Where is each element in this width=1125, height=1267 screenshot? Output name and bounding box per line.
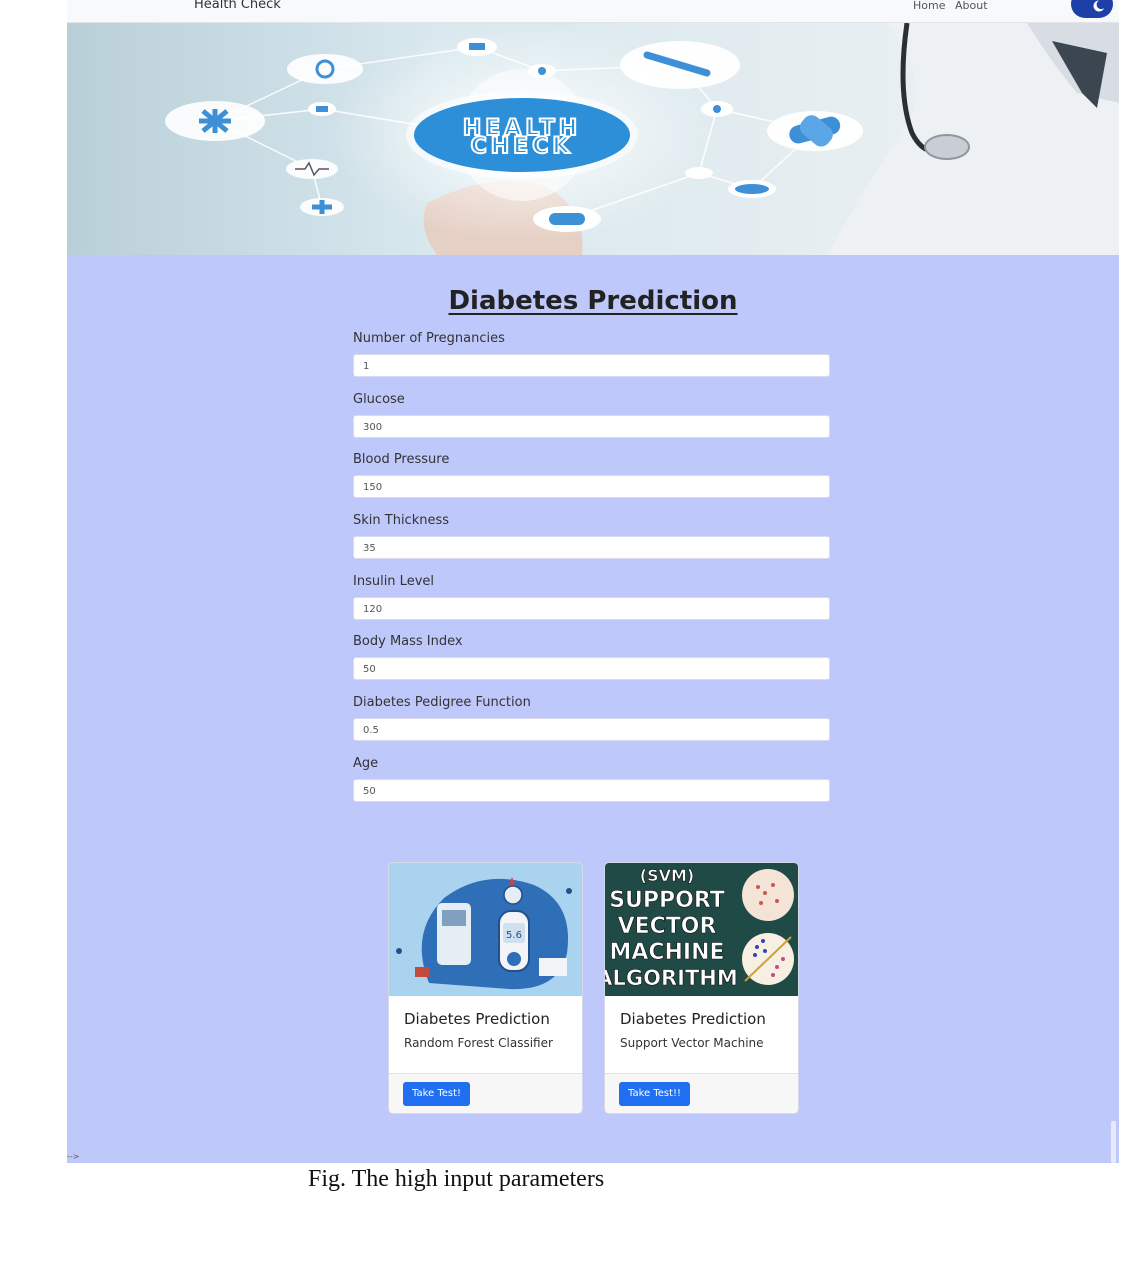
meter-reading: 5.6 bbox=[506, 930, 522, 941]
take-test-button-svm[interactable]: Take Test!! bbox=[619, 1082, 691, 1106]
field-bmi: Body Mass Index 50 bbox=[353, 634, 832, 695]
skin-thickness-input[interactable]: 35 bbox=[353, 536, 830, 560]
page-title: Diabetes Prediction bbox=[448, 286, 738, 316]
svm-text-1: SUPPORT bbox=[609, 888, 725, 913]
glucose-meter-illustration: 5.6 bbox=[389, 863, 582, 996]
glucose-input[interactable]: 300 bbox=[353, 414, 830, 438]
card-title: Diabetes Prediction bbox=[404, 1010, 550, 1028]
field-glucose: Glucose 300 bbox=[353, 392, 832, 453]
moon-icon bbox=[1093, 0, 1105, 12]
svm-text-2: VECTOR bbox=[618, 914, 717, 939]
field-label: Diabetes Pedigree Function bbox=[353, 695, 531, 711]
take-test-button-rf[interactable]: Take Test! bbox=[403, 1082, 471, 1106]
navbar: Health Check Home About bbox=[67, 0, 1119, 23]
insulin-input[interactable]: 120 bbox=[353, 596, 830, 620]
hero-banner: HEALTH CHECK bbox=[67, 23, 1119, 255]
svm-text-0: (SVM) bbox=[640, 866, 694, 885]
nav-link-home[interactable]: Home bbox=[913, 0, 945, 12]
card-random-forest: 5.6 Diabetes Prediction Random Forest Cl… bbox=[388, 862, 583, 1114]
card-footer: Take Test! bbox=[389, 1073, 582, 1113]
app-window: Health Check Home About HEALTH CHECK Dia… bbox=[67, 0, 1119, 1163]
bmi-input[interactable]: 50 bbox=[353, 657, 830, 681]
hero-text-line2: CHECK bbox=[471, 134, 574, 159]
field-insulin: Insulin Level 120 bbox=[353, 574, 832, 635]
field-age: Age 50 bbox=[353, 756, 832, 817]
stray-comment-text: --> bbox=[67, 1152, 80, 1161]
card-subtitle: Support Vector Machine bbox=[620, 1036, 764, 1050]
age-input[interactable]: 50 bbox=[353, 778, 830, 802]
nav-link-about[interactable]: About bbox=[955, 0, 988, 12]
svm-illustration: (SVM) SUPPORT VECTOR MACHINE ALGORITHM bbox=[605, 863, 798, 996]
pedigree-input[interactable]: 0.5 bbox=[353, 718, 830, 742]
field-pedigree: Diabetes Pedigree Function 0.5 bbox=[353, 695, 832, 756]
field-label: Insulin Level bbox=[353, 573, 434, 589]
field-label: Skin Thickness bbox=[353, 513, 450, 529]
scrollbar[interactable] bbox=[1111, 1121, 1116, 1163]
prediction-form: Number of Pregnancies 1 Glucose 300 Bloo… bbox=[353, 331, 832, 817]
field-label: Number of Pregnancies bbox=[353, 331, 505, 346]
figure-caption: Fig. The high input parameters bbox=[308, 1166, 605, 1192]
field-label: Blood Pressure bbox=[353, 452, 450, 468]
card-subtitle: Random Forest Classifier bbox=[404, 1036, 553, 1050]
svm-text-3: MACHINE bbox=[609, 940, 724, 965]
brand-link[interactable]: Health Check bbox=[194, 0, 281, 12]
card-footer: Take Test!! bbox=[605, 1073, 798, 1113]
card-title: Diabetes Prediction bbox=[620, 1010, 766, 1028]
field-label: Body Mass Index bbox=[353, 634, 463, 650]
theme-toggle[interactable] bbox=[1071, 0, 1113, 18]
svm-text-4: ALGORITHM bbox=[605, 966, 738, 990]
card-svm: (SVM) SUPPORT VECTOR MACHINE ALGORITHM D… bbox=[604, 862, 799, 1114]
field-label: Glucose bbox=[353, 391, 405, 407]
field-pregnancies: Number of Pregnancies 1 bbox=[353, 331, 832, 392]
field-blood-pressure: Blood Pressure 150 bbox=[353, 452, 832, 513]
field-skin-thickness: Skin Thickness 35 bbox=[353, 513, 832, 574]
field-label: Age bbox=[353, 755, 379, 771]
blood-pressure-input[interactable]: 150 bbox=[353, 475, 830, 499]
pregnancies-input[interactable]: 1 bbox=[353, 354, 830, 377]
